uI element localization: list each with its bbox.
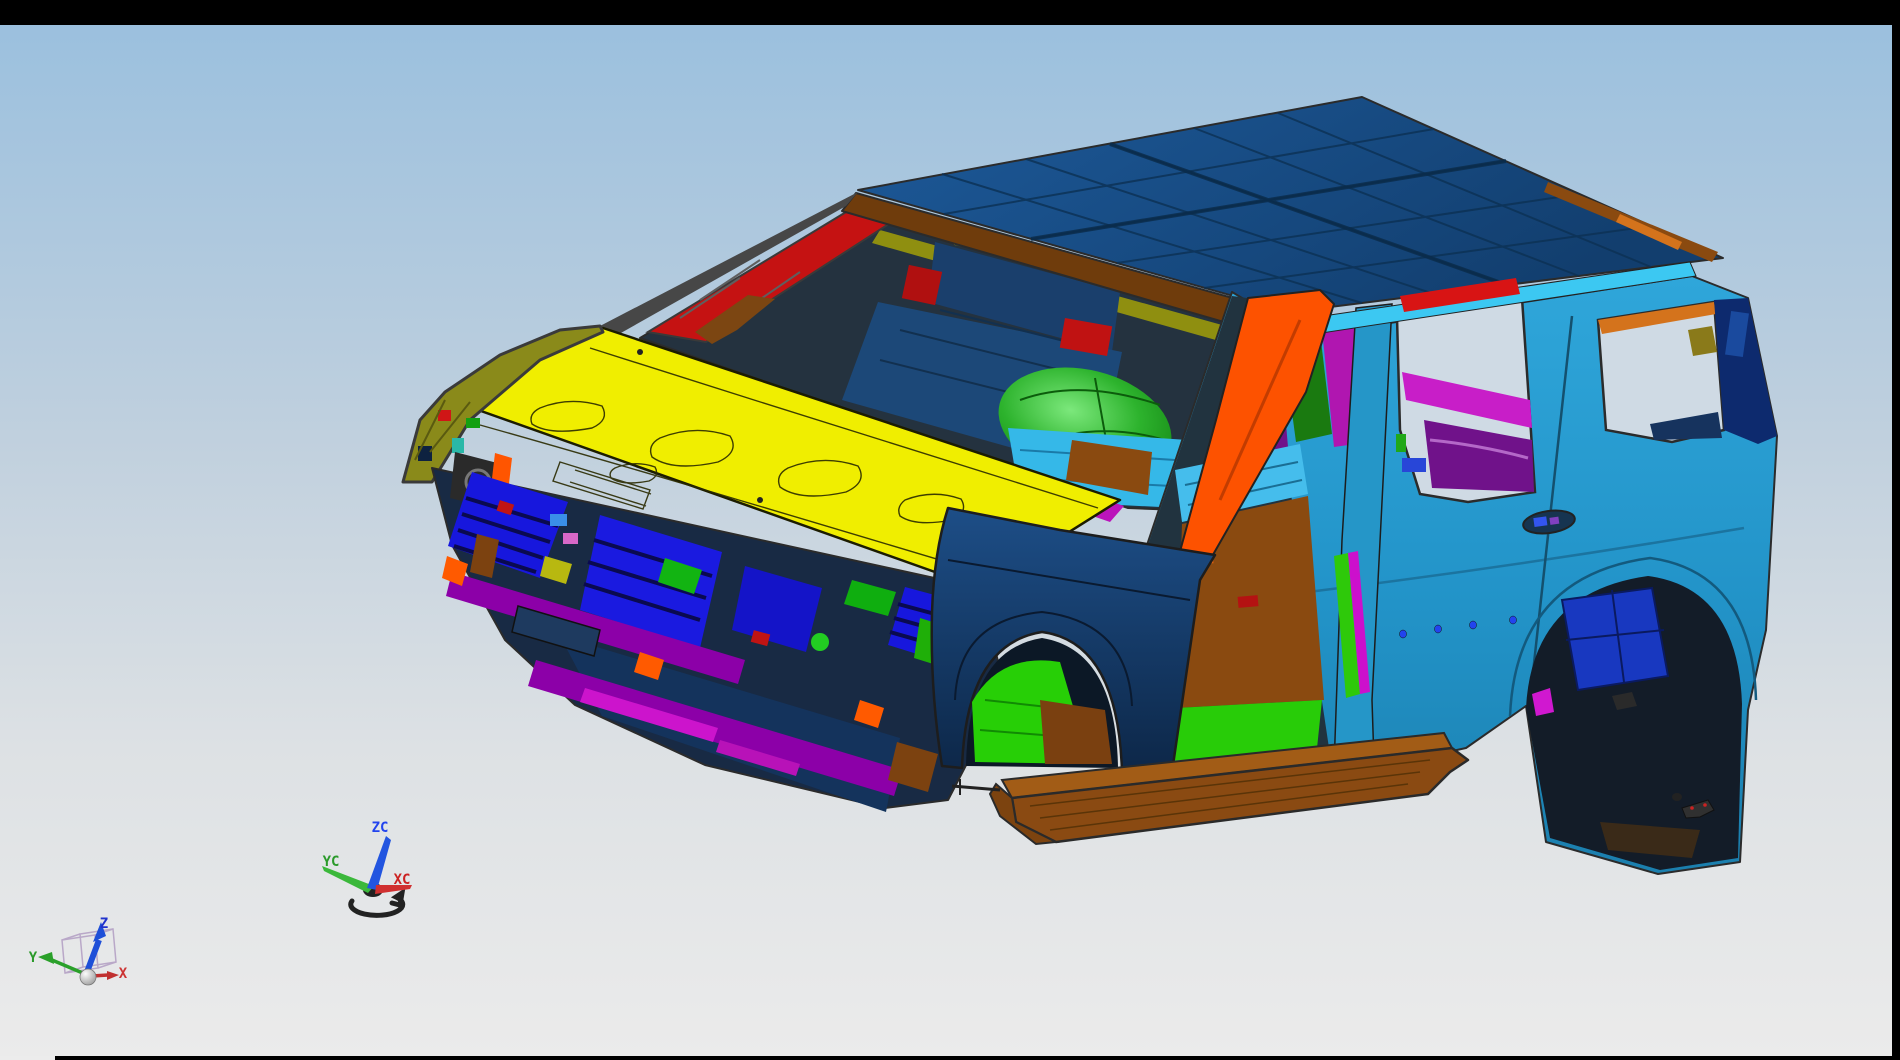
abs-z-label: Z <box>100 916 108 932</box>
cowl-green-chip[interactable] <box>466 418 480 428</box>
floor-red-chip[interactable] <box>1238 595 1259 608</box>
interior-red-box-1[interactable] <box>902 265 942 305</box>
application-window: { "viewport": { "description": "CAD 3D v… <box>0 0 1900 1060</box>
loose-part-dot[interactable] <box>1672 793 1682 801</box>
frame-top-bar <box>0 0 1900 25</box>
frame-bottom-bar <box>55 1056 1900 1060</box>
abs-origin-sphere[interactable] <box>80 969 96 985</box>
frame-bottom-left-gap <box>0 1056 55 1060</box>
front-ltblue-chip[interactable] <box>550 514 567 526</box>
quarter-window-olive-plate[interactable] <box>1688 326 1717 356</box>
wcs-z-label: ZC <box>372 820 389 836</box>
front-arch-brown[interactable] <box>1040 700 1112 764</box>
cad-viewport[interactable]: ZC YC XC Z Y X <box>0 0 1900 1060</box>
cowl-teal-chip[interactable] <box>452 438 464 453</box>
front-pink-chip[interactable] <box>563 533 578 544</box>
wcs-y-label: YC <box>323 854 340 870</box>
wcs-x-label: XC <box>394 872 411 888</box>
loose-part-red-dot-2 <box>1703 803 1707 807</box>
front-green-chip-3[interactable] <box>811 633 829 651</box>
rear-window-blue-chip[interactable] <box>1402 458 1426 472</box>
rear-window-green-chip[interactable] <box>1396 434 1406 452</box>
abs-x-label: X <box>119 966 128 982</box>
loose-part-red-dot-1 <box>1690 806 1694 810</box>
abs-y-label: Y <box>29 950 38 966</box>
frame-right-bar <box>1892 0 1900 1060</box>
